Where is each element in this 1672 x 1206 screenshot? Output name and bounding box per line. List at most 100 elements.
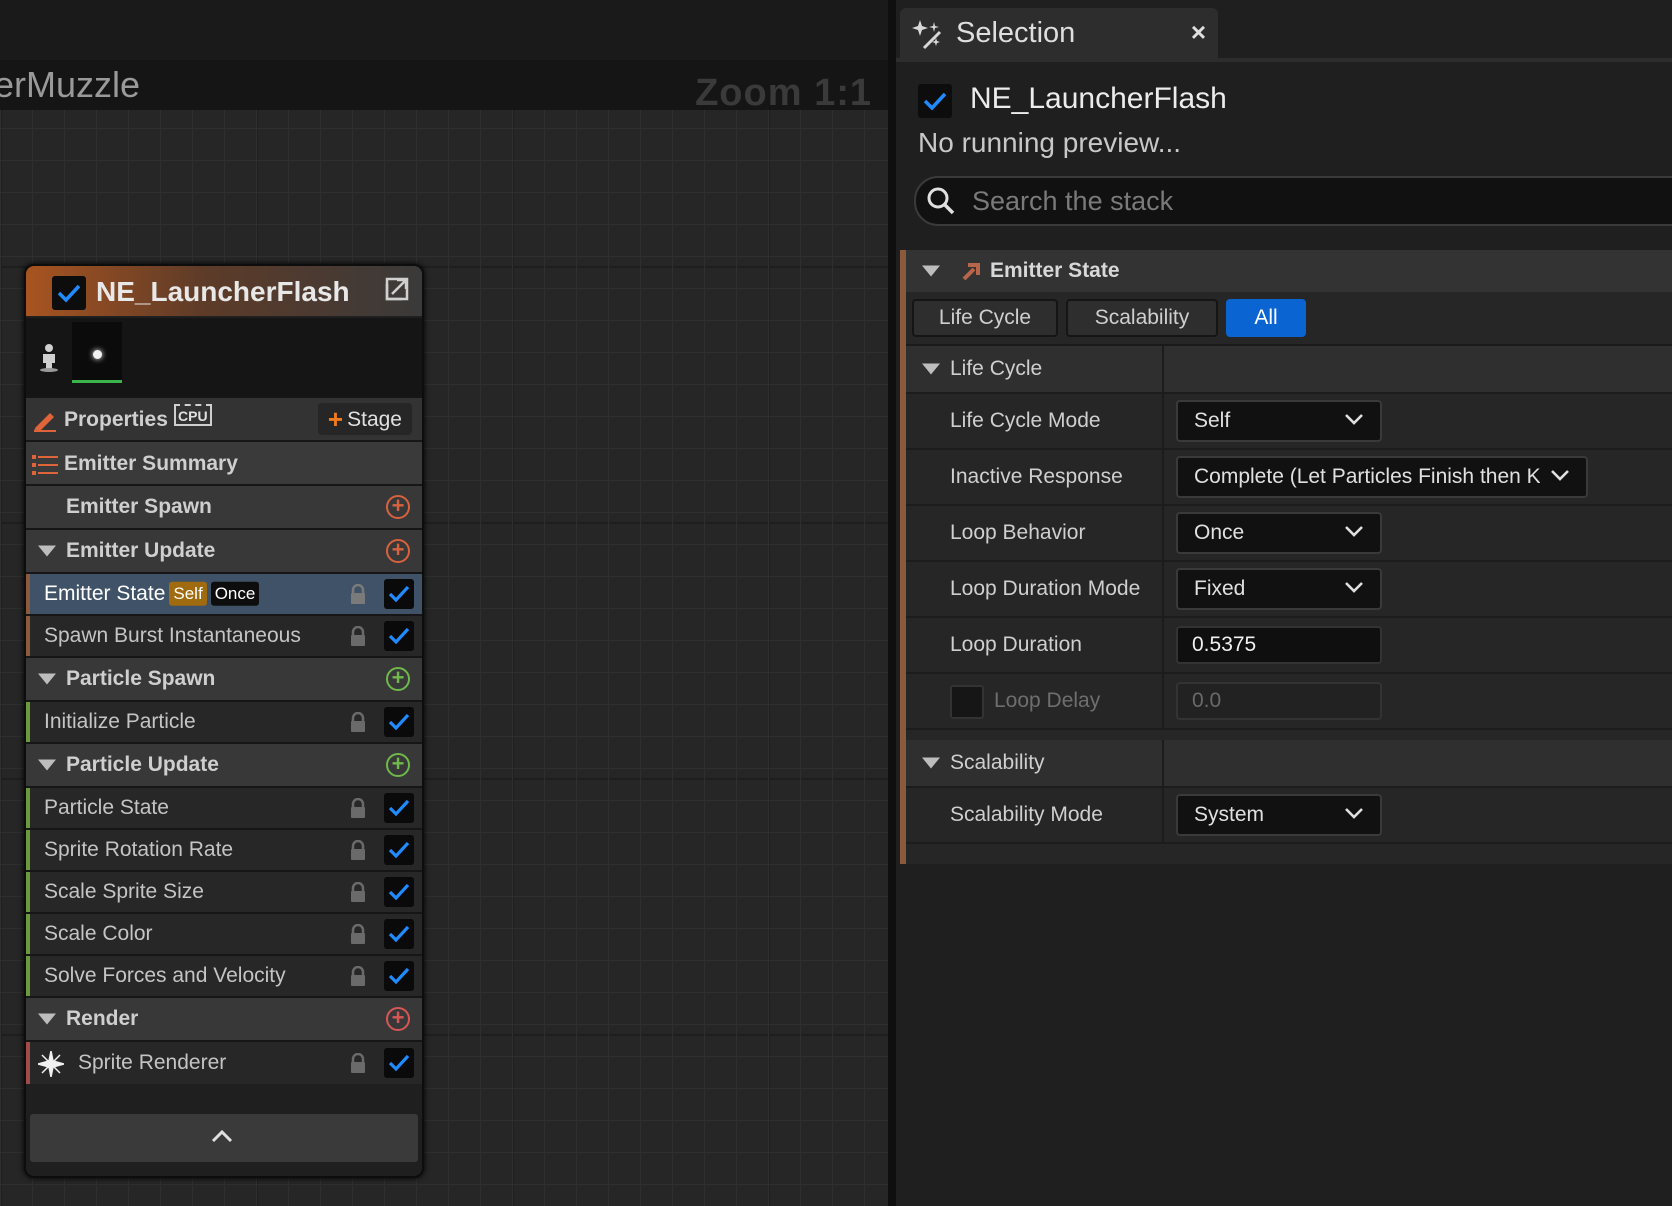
add-module-icon[interactable]: + — [386, 495, 410, 519]
property-label: Loop Behavior — [950, 521, 1086, 544]
module-enable-checkbox[interactable] — [384, 621, 414, 651]
section-title: Emitter State — [990, 259, 1120, 282]
prop-loop-duration: Loop Duration 0.5375 — [906, 618, 1672, 674]
module-enable-checkbox[interactable] — [384, 707, 414, 737]
module-initialize-particle[interactable]: Initialize Particle — [26, 700, 422, 742]
module-enable-checkbox[interactable] — [384, 579, 414, 609]
graph-canvas[interactable]: erMuzzle Zoom 1:1 NE_LauncherFlash Prope… — [0, 0, 888, 1206]
property-label: Loop Duration — [950, 633, 1082, 656]
chevron-down-icon — [1344, 412, 1364, 430]
dropdown-value: Complete (Let Particles Finish then Kill — [1194, 465, 1540, 488]
module-stripe — [26, 872, 30, 912]
module-enable-checkbox[interactable] — [384, 877, 414, 907]
emitter-thumbnail[interactable] — [72, 322, 122, 383]
life-cycle-mode-dropdown[interactable]: Self — [1176, 400, 1382, 442]
module-stripe — [26, 788, 30, 828]
once-badge: Once — [210, 582, 260, 607]
inactive-response-dropdown[interactable]: Complete (Let Particles Finish then Kill — [1176, 456, 1588, 498]
emitter-node[interactable]: NE_LauncherFlash Properties CPU +Stage — [24, 264, 424, 1178]
collapse-arrow-icon[interactable] — [38, 759, 56, 771]
module-enable-checkbox[interactable] — [384, 961, 414, 991]
section-emitter-spawn[interactable]: Emitter Spawn + — [26, 484, 422, 528]
collapse-arrow-icon[interactable] — [38, 1013, 56, 1025]
sparkle-wand-icon — [910, 18, 944, 55]
filter-scalability[interactable]: Scalability — [1066, 299, 1218, 337]
module-enable-checkbox[interactable] — [384, 835, 414, 865]
graph-toolbar — [0, 0, 888, 60]
selection-enable-checkbox[interactable] — [918, 84, 952, 123]
column-divider — [1162, 394, 1164, 448]
selected-emitter-name: NE_LauncherFlash — [970, 82, 1227, 115]
close-icon[interactable]: × — [1191, 17, 1206, 48]
node-header[interactable]: NE_LauncherFlash — [26, 266, 422, 316]
properties-row[interactable]: Properties CPU + Stage — [26, 396, 422, 440]
module-label: Particle State — [44, 796, 169, 819]
stack-search-box[interactable] — [914, 176, 1672, 226]
chevron-down-icon — [1344, 524, 1364, 542]
scalability-mode-dropdown[interactable]: System — [1176, 794, 1382, 836]
prop-scalability-mode: Scalability Mode System — [906, 788, 1672, 844]
module-particle-state[interactable]: Particle State — [26, 786, 422, 828]
module-enable-checkbox[interactable] — [384, 793, 414, 823]
plus-icon: + — [327, 404, 344, 434]
category-scalability[interactable]: Scalability — [906, 740, 1672, 788]
section-emitter-update[interactable]: Emitter Update + — [26, 528, 422, 572]
category-life-cycle[interactable]: Life Cycle — [906, 346, 1672, 394]
search-input[interactable] — [970, 183, 1654, 219]
filter-life-cycle[interactable]: Life Cycle — [912, 299, 1058, 337]
person-icon[interactable] — [38, 342, 60, 377]
module-scale-sprite-size[interactable]: Scale Sprite Size — [26, 870, 422, 912]
collapse-node-button[interactable] — [30, 1114, 418, 1162]
module-emitter-state[interactable]: Emitter State Self Once — [26, 572, 422, 614]
module-sprite-renderer[interactable]: Sprite Renderer — [26, 1040, 422, 1084]
loop-duration-field[interactable]: 0.5375 — [1176, 626, 1382, 664]
emitter-summary-row[interactable]: Emitter Summary — [26, 440, 422, 484]
loop-duration-mode-dropdown[interactable]: Fixed — [1176, 568, 1382, 610]
column-divider — [1162, 674, 1164, 728]
collapse-arrow-icon[interactable] — [922, 265, 940, 277]
graph-title: erMuzzle — [0, 64, 141, 105]
module-scale-color[interactable]: Scale Color — [26, 912, 422, 954]
node-enable-checkbox[interactable] — [52, 276, 86, 315]
column-divider — [1162, 788, 1164, 842]
collapse-arrow-icon[interactable] — [922, 757, 940, 769]
section-label: Particle Spawn — [66, 667, 216, 690]
add-module-icon[interactable]: + — [386, 753, 410, 777]
loop-delay-field[interactable]: 0.0 — [1176, 682, 1382, 720]
loop-delay-checkbox[interactable] — [950, 685, 984, 719]
module-label-group: Emitter State Self Once — [44, 582, 260, 607]
emitter-state-header[interactable]: Emitter State — [906, 250, 1672, 292]
module-solve-forces[interactable]: Solve Forces and Velocity — [26, 954, 422, 996]
loop-behavior-dropdown[interactable]: Once — [1176, 512, 1382, 554]
collapse-arrow-icon[interactable] — [922, 363, 940, 375]
property-label: Scalability Mode — [950, 803, 1103, 826]
prop-loop-duration-mode: Loop Duration Mode Fixed — [906, 562, 1672, 618]
preview-status: No running preview... — [918, 127, 1182, 158]
collapse-arrow-icon[interactable] — [38, 545, 56, 557]
prop-loop-behavior: Loop Behavior Once — [906, 506, 1672, 562]
open-external-icon[interactable] — [384, 276, 410, 302]
property-label: Loop Delay — [994, 689, 1101, 712]
section-render[interactable]: Render + — [26, 996, 422, 1040]
module-spawn-burst[interactable]: Spawn Burst Instantaneous — [26, 614, 422, 656]
module-enable-checkbox[interactable] — [384, 919, 414, 949]
field-value: 0.0 — [1192, 689, 1222, 712]
module-enable-checkbox[interactable] — [384, 1048, 414, 1078]
add-module-icon[interactable]: + — [386, 667, 410, 691]
add-module-icon[interactable]: + — [386, 539, 410, 563]
selection-tab[interactable]: Selection × — [900, 8, 1218, 58]
section-particle-spawn[interactable]: Particle Spawn + — [26, 656, 422, 700]
dropdown-value: Fixed — [1194, 577, 1246, 600]
module-label: Scale Sprite Size — [44, 880, 204, 903]
filter-all[interactable]: All — [1226, 299, 1306, 337]
collapse-arrow-icon[interactable] — [38, 673, 56, 685]
field-value: 0.5375 — [1192, 633, 1257, 656]
section-particle-update[interactable]: Particle Update + — [26, 742, 422, 786]
panel-splitter[interactable] — [888, 0, 896, 1206]
dropdown-value: Once — [1194, 521, 1245, 544]
add-renderer-icon[interactable]: + — [386, 1007, 410, 1031]
add-stage-button[interactable]: + Stage — [317, 403, 412, 435]
module-sprite-rotation-rate[interactable]: Sprite Rotation Rate — [26, 828, 422, 870]
chevron-up-icon — [210, 1128, 234, 1149]
lock-icon — [350, 839, 366, 860]
